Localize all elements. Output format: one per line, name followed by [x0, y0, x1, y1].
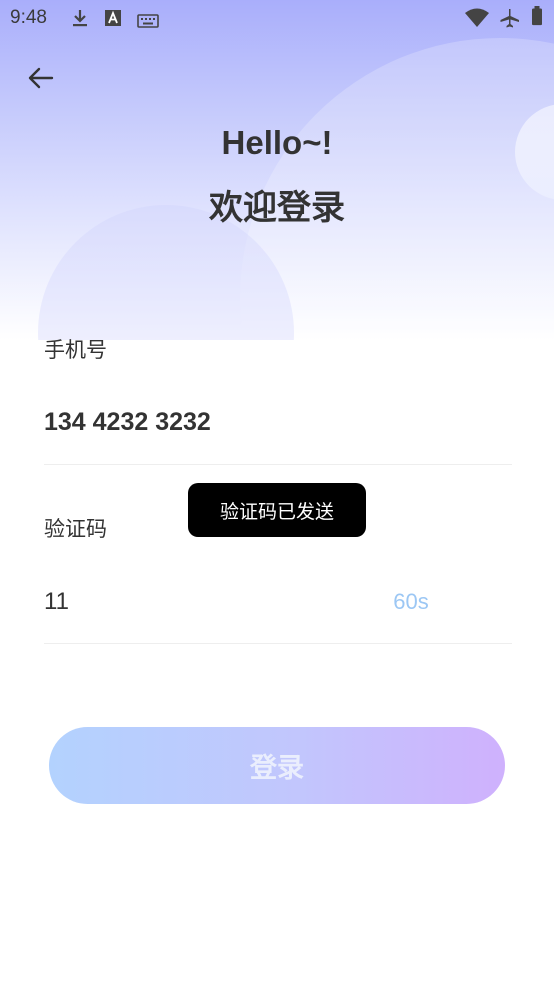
phone-divider [44, 464, 512, 465]
resend-countdown[interactable]: 60s [380, 589, 442, 615]
download-icon [73, 10, 87, 27]
code-divider [44, 643, 512, 644]
status-bar: 9:48 [0, 0, 554, 38]
wifi-icon [465, 8, 489, 27]
page-title: Hello~! [221, 124, 333, 161]
status-time: 9:48 [10, 7, 47, 28]
login-button[interactable]: 登录 [49, 727, 505, 804]
airplane-icon [500, 9, 519, 28]
text-a-icon [105, 10, 121, 26]
header-background [0, 0, 554, 340]
page-subtitle: 欢迎登录 [209, 188, 345, 228]
code-label: 验证码 [44, 517, 107, 541]
phone-label: 手机号 [44, 338, 107, 362]
code-input[interactable]: 11 [44, 588, 69, 616]
arrow-left-icon [28, 67, 54, 89]
battery-icon [532, 6, 542, 26]
phone-input[interactable]: 134 4232 3232 [44, 408, 211, 437]
keyboard-icon [137, 14, 159, 28]
toast-message: 验证码已发送 [188, 483, 366, 537]
back-button[interactable] [22, 60, 58, 96]
